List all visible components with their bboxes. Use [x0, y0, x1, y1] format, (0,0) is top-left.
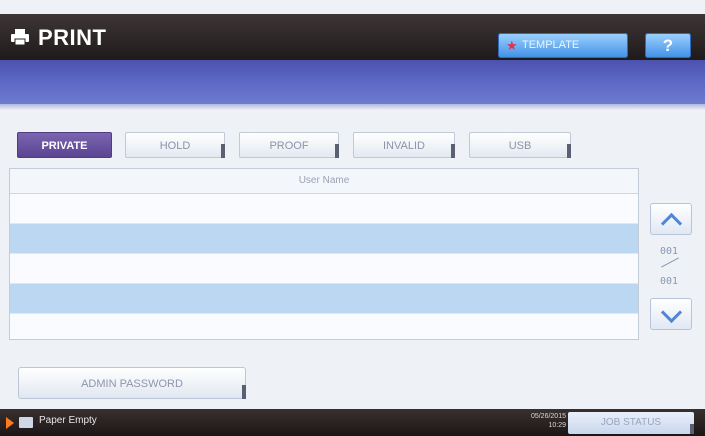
current-page: 001 — [660, 246, 679, 257]
tab-usb-notch — [567, 144, 571, 158]
page-down-button[interactable] — [650, 298, 692, 330]
page-up-button[interactable] — [650, 203, 692, 235]
tab-hold-notch — [221, 144, 225, 158]
tab-invalid[interactable]: INVALID — [353, 132, 455, 158]
status-time: 10:29 — [548, 422, 566, 429]
star-icon: ★ — [506, 38, 518, 53]
chevron-up-icon — [660, 212, 683, 235]
tab-proof-label: PROOF — [269, 140, 309, 152]
status-message: Paper Empty — [39, 415, 97, 426]
tab-invalid-label: INVALID — [383, 140, 425, 152]
tab-proof[interactable]: PROOF — [239, 132, 339, 158]
template-button-label: TEMPLATE — [522, 39, 580, 51]
admin-password-button[interactable]: ADMIN PASSWORD — [18, 367, 246, 399]
tab-private[interactable]: PRIVATE — [17, 132, 112, 158]
table-row[interactable] — [10, 224, 638, 254]
table-row[interactable] — [10, 284, 638, 314]
table-row[interactable] — [10, 254, 638, 284]
title-bar: PRINT ★ TEMPLATE ? — [0, 14, 705, 60]
page-title: PRINT — [38, 25, 107, 50]
table-row[interactable] — [10, 314, 638, 343]
user-list-table: User Name — [9, 168, 639, 340]
page-divider — [660, 257, 680, 268]
tab-usb[interactable]: USB — [469, 132, 571, 158]
date-time: 05/26/2015 10:29 — [500, 412, 566, 430]
column-header-user-name: User Name — [10, 169, 638, 194]
tab-proof-notch — [335, 144, 339, 158]
tab-usb-label: USB — [508, 140, 532, 152]
print-screen: PRINT ★ TEMPLATE ? PRIVATE HOLD PROOF IN… — [0, 0, 705, 436]
play-icon — [6, 417, 14, 429]
status-bar: Paper Empty 05/26/2015 10:29 JOB STATUS — [0, 409, 705, 436]
job-status-button[interactable]: JOB STATUS — [568, 412, 694, 434]
tab-hold[interactable]: HOLD — [125, 132, 225, 158]
header-band — [0, 60, 705, 110]
tab-invalid-notch — [451, 144, 455, 158]
chevron-down-icon — [660, 301, 683, 324]
admin-password-notch — [242, 385, 246, 399]
job-status-notch — [690, 424, 694, 434]
admin-password-label: ADMIN PASSWORD — [81, 378, 183, 390]
table-row[interactable] — [10, 194, 638, 224]
total-pages: 001 — [660, 276, 679, 287]
tab-hold-label: HOLD — [159, 140, 191, 152]
paper-tray-icon — [19, 417, 33, 428]
template-button[interactable]: ★ TEMPLATE — [498, 33, 628, 58]
job-status-label: JOB STATUS — [600, 417, 662, 428]
status-date: 05/26/2015 — [530, 413, 566, 420]
printer-icon — [11, 29, 29, 46]
help-button[interactable]: ? — [645, 33, 691, 58]
